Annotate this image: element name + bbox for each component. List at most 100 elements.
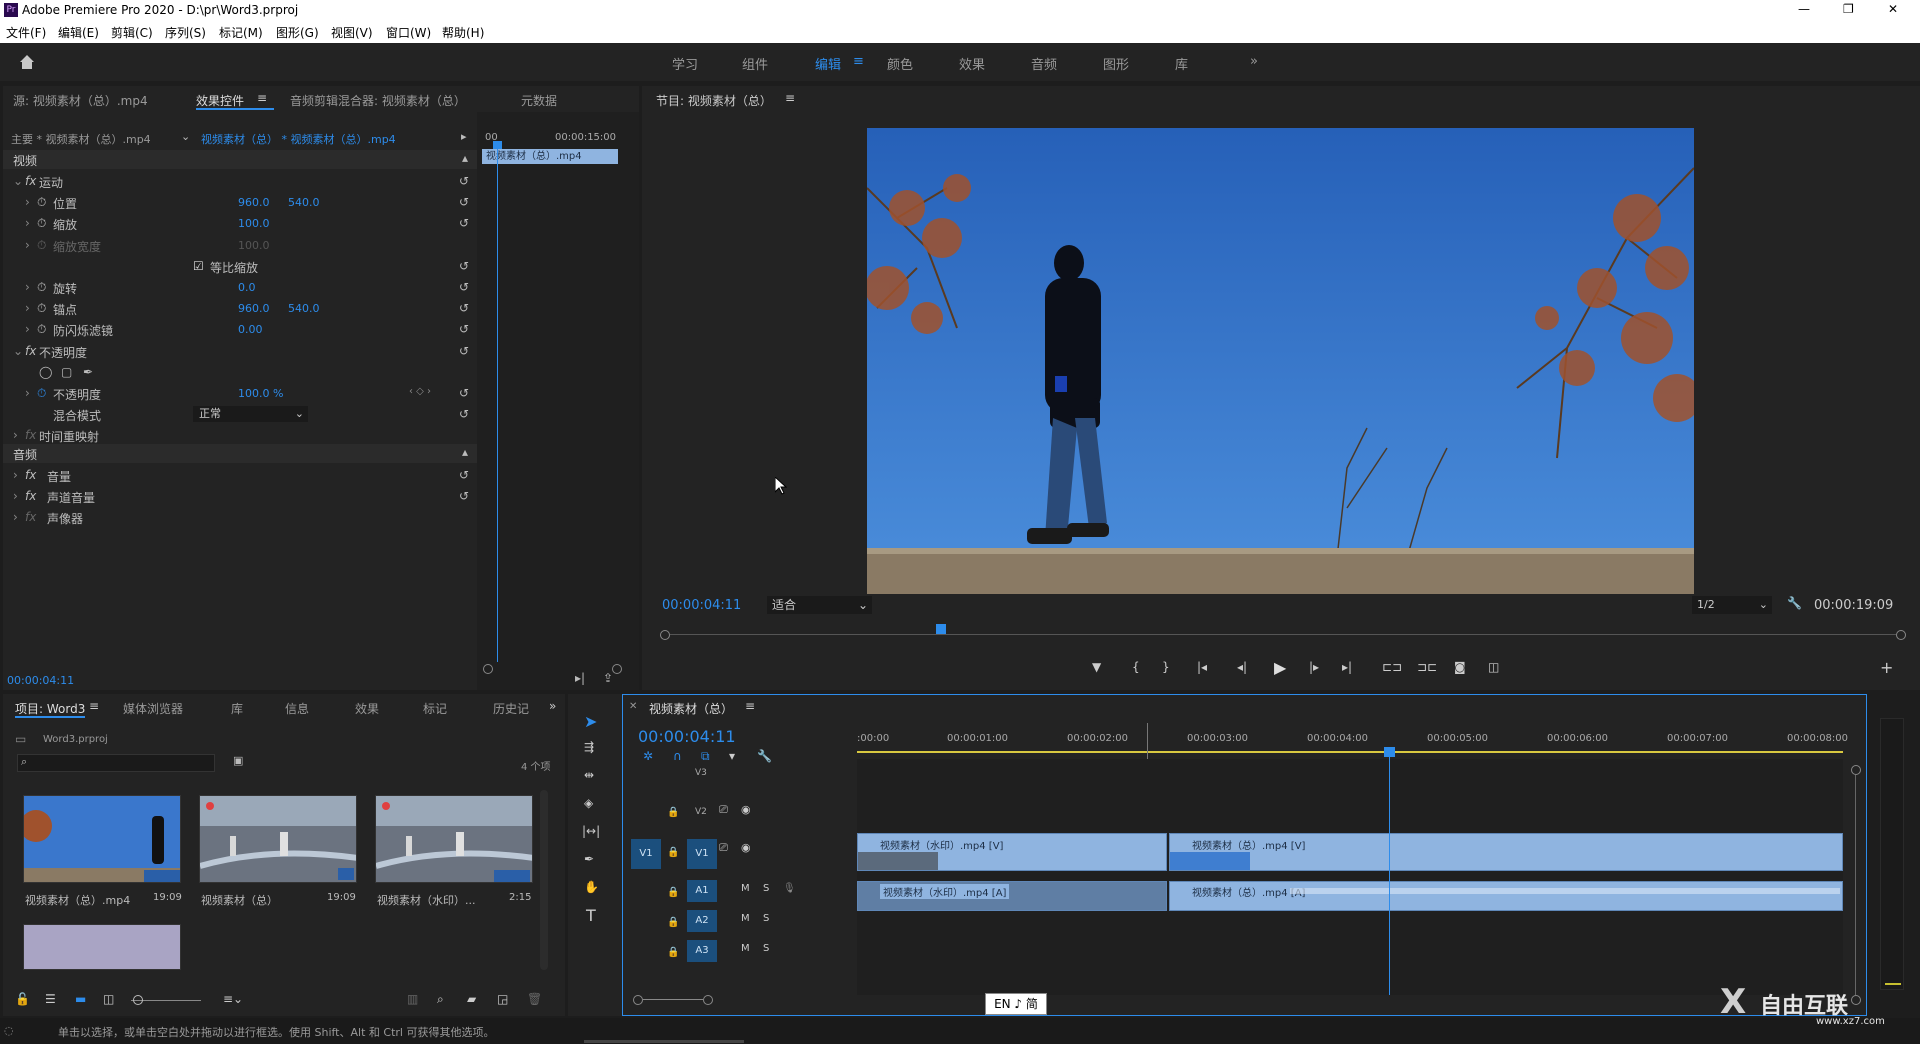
fx-row-panner[interactable]: › fx 声像器 [3, 507, 477, 528]
solo-button[interactable]: S [763, 883, 769, 894]
slip-tool-icon[interactable]: |↔| [582, 824, 600, 838]
hand-tool-icon[interactable]: ✋ [584, 880, 599, 894]
more-tabs-icon[interactable]: » [549, 699, 556, 713]
list-view-icon[interactable]: ☰ [45, 992, 56, 1006]
eye-icon[interactable]: ◉ [741, 841, 751, 854]
home-icon[interactable] [18, 53, 36, 71]
workspace-learn[interactable]: 学习 [672, 54, 698, 73]
expand-chevron-icon[interactable]: ⌄ [13, 344, 23, 358]
project-item-thumb-3[interactable] [375, 795, 533, 883]
sequence-clip-label[interactable]: 视频素材（总） * 视频素材（总）.mp4 [201, 131, 396, 147]
fx-value-1[interactable]: 960.0 [238, 196, 270, 209]
tab-media-browser[interactable]: 媒体浏览器 [123, 700, 183, 717]
add-marker-icon[interactable]: ▾ [729, 749, 735, 763]
fx-row-6[interactable]: › ⏱ 锚点 960.0 540.0 ↺ [3, 298, 477, 319]
reset-icon[interactable]: ↺ [459, 174, 469, 188]
timeline-playhead-handle[interactable] [1384, 747, 1395, 757]
new-folder-icon[interactable]: ▰ [467, 992, 476, 1006]
workspace-editing[interactable]: 编辑 [815, 54, 841, 73]
lock-icon[interactable]: 🔒 [667, 807, 679, 818]
fx-value-1[interactable]: 0.00 [238, 323, 263, 336]
project-item-thumb-1[interactable] [23, 795, 181, 883]
track-area[interactable] [857, 759, 1843, 995]
ellipse-mask-icon[interactable]: ◯ [39, 365, 52, 379]
mute-button[interactable]: M [741, 943, 750, 954]
tab-effects[interactable]: 效果 [355, 700, 379, 717]
maximize-button[interactable]: ❐ [1843, 2, 1854, 16]
mic-icon[interactable]: 🎙 [783, 883, 796, 894]
fx-value-1[interactable]: 100.0 [238, 217, 270, 230]
reset-icon[interactable]: ↺ [459, 280, 469, 294]
solo-button[interactable]: S [763, 913, 769, 924]
stopwatch-icon[interactable]: ⏱ [37, 238, 46, 253]
time-ruler[interactable]: :00:00 00:00:01:00 00:00:02:00 00:00:03:… [857, 725, 1848, 755]
eye-icon[interactable]: ◉ [741, 803, 751, 816]
razor-tool-icon[interactable]: ◈ [584, 796, 593, 810]
tab-project[interactable]: 项目: Word3 [15, 700, 85, 717]
track-target-a3[interactable]: A3 [687, 940, 717, 962]
lift-icon[interactable]: ⊏⊐ [1382, 660, 1402, 674]
collapse-up-icon[interactable]: ▴ [462, 445, 468, 459]
timeline-playhead[interactable] [1389, 751, 1390, 995]
lock-icon[interactable]: 🔒 [667, 917, 679, 928]
fx-value-1[interactable]: 960.0 [238, 302, 270, 315]
step-forward-icon[interactable]: |▸ [1309, 660, 1319, 674]
track-target-v1[interactable]: V1 [687, 839, 717, 869]
stopwatch-icon[interactable]: ⏱ [37, 216, 46, 231]
track-target-a2[interactable]: A2 [687, 910, 717, 932]
workspace-graphics[interactable]: 图形 [1103, 54, 1129, 73]
expand-chevron-icon[interactable]: › [25, 280, 30, 294]
expand-chevron-icon[interactable]: › [25, 301, 30, 315]
search-icon[interactable]: ⌕ [437, 992, 444, 1007]
work-area-bar[interactable] [857, 751, 1843, 753]
fx-value-2[interactable]: 540.0 [288, 196, 320, 209]
extract-icon[interactable]: ⊐⊏ [1417, 660, 1437, 674]
tab-markers[interactable]: 标记 [423, 700, 447, 717]
workspace-effects[interactable]: 效果 [959, 54, 985, 73]
panel-menu-icon[interactable]: ≡ [785, 91, 795, 105]
pen-mask-icon[interactable]: ✒ [83, 365, 93, 379]
project-item-thumb-4[interactable] [23, 924, 181, 970]
stopwatch-icon[interactable]: ⏱ [37, 280, 46, 295]
mini-scroll-right[interactable] [612, 664, 622, 674]
program-scrubber[interactable] [660, 630, 1906, 640]
project-search-input[interactable]: ⌕ [17, 754, 215, 772]
timeline-title[interactable]: 视频素材（总） [649, 700, 733, 717]
tab-menu-icon[interactable]: ≡ [257, 91, 267, 105]
mute-button[interactable]: M [741, 913, 750, 924]
lock-icon[interactable]: 🔓 [15, 992, 30, 1006]
fx-value-1[interactable]: 100.0 [238, 239, 270, 252]
selection-tool-icon[interactable]: ➤ [584, 712, 597, 731]
filter-icon[interactable]: ▸| [575, 671, 585, 685]
expand-chevron-icon[interactable]: › [25, 238, 30, 252]
menu-clip[interactable]: 剪辑(C) [111, 24, 153, 41]
rectangle-mask-icon[interactable]: ▢ [61, 365, 72, 379]
tab-history[interactable]: 历史记 [493, 700, 529, 717]
track-target-a1[interactable]: A1 [687, 880, 717, 902]
play-icon[interactable]: ▶ [1274, 658, 1286, 677]
expand-chevron-icon[interactable]: › [13, 428, 18, 442]
export-icon[interactable]: ⇪ [603, 671, 613, 685]
mute-button[interactable]: M [741, 883, 750, 894]
expand-chevron-icon[interactable]: › [25, 322, 30, 336]
workspace-audio[interactable]: 音频 [1031, 54, 1057, 73]
workspace-libraries[interactable]: 库 [1175, 54, 1188, 73]
freeform-view-icon[interactable]: ◫ [103, 992, 114, 1006]
keyframe-nav-icon[interactable]: ‹ ◇ › [409, 386, 431, 397]
pen-tool-icon[interactable]: ✒ [584, 852, 594, 866]
resolution-select[interactable]: 1/2 ⌄ [1692, 596, 1772, 614]
minimize-button[interactable]: — [1798, 2, 1810, 16]
reset-icon[interactable]: ↺ [459, 468, 469, 482]
menu-file[interactable]: 文件(F) [6, 24, 46, 41]
stopwatch-icon[interactable]: ⏱ [37, 386, 46, 401]
tab-metadata[interactable]: 元数据 [521, 92, 557, 109]
lock-icon[interactable]: 🔒 [667, 887, 679, 898]
menu-view[interactable]: 视图(V) [331, 24, 373, 41]
project-scrollbar[interactable] [540, 790, 548, 970]
project-item-thumb-2[interactable] [199, 795, 357, 883]
fx-row-9[interactable]: ◯ ▢ ✒ [3, 362, 477, 383]
compare-icon[interactable]: ◫ [1488, 660, 1499, 674]
menu-window[interactable]: 窗口(W) [386, 24, 431, 41]
magnet-icon[interactable]: ∩ [673, 749, 682, 763]
reset-icon[interactable]: ↺ [459, 407, 469, 421]
